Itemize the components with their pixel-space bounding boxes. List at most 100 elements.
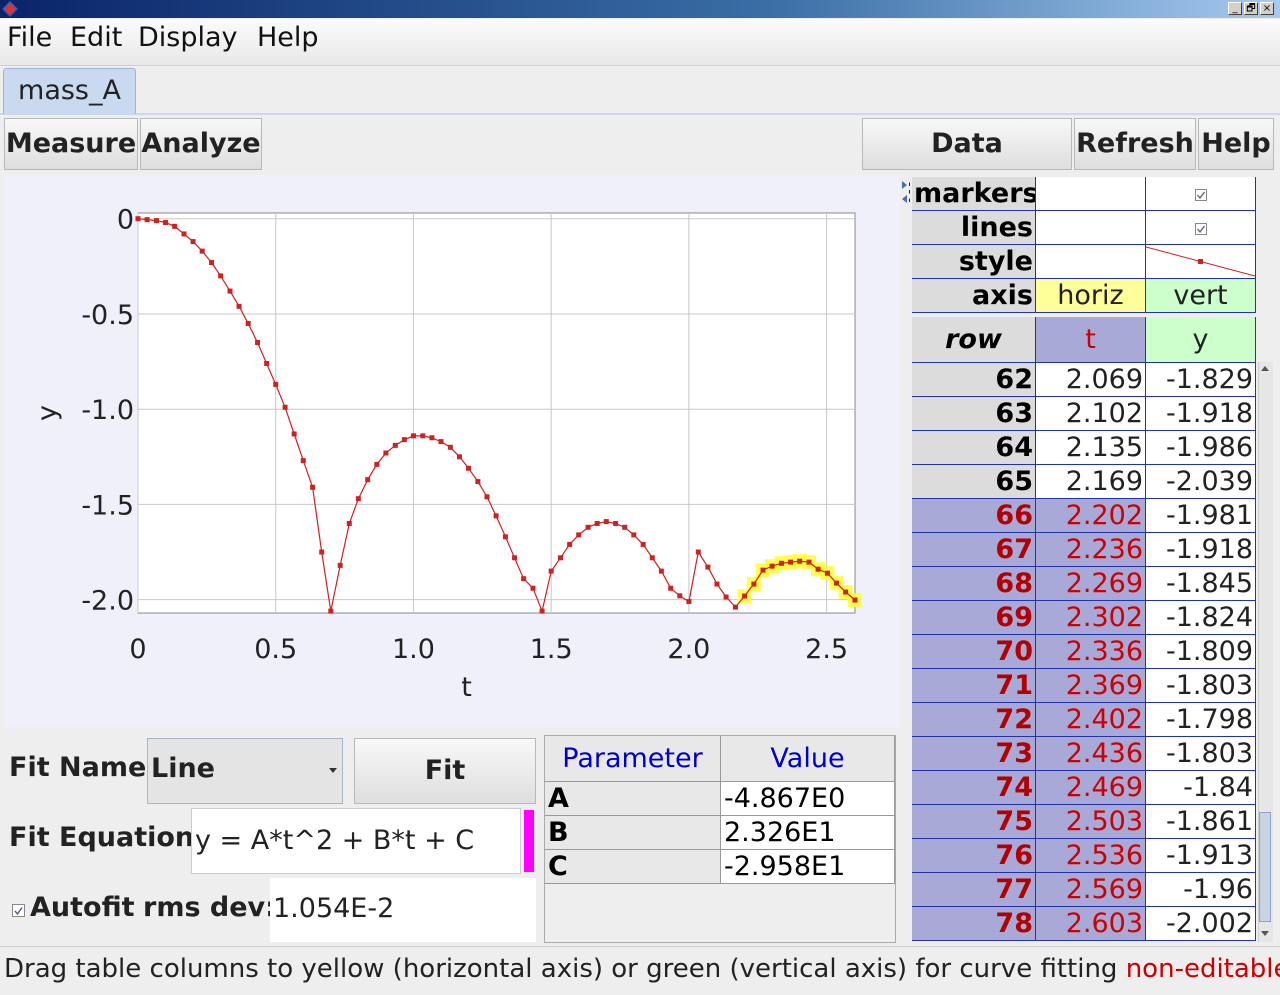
data-point[interactable] — [640, 541, 646, 547]
data-point[interactable] — [622, 524, 628, 530]
data-point[interactable] — [686, 599, 692, 605]
close-button[interactable]: × — [1260, 2, 1274, 15]
data-point[interactable] — [788, 559, 794, 565]
data-point[interactable] — [181, 231, 187, 237]
measure-button[interactable]: Measure — [4, 118, 138, 170]
data-point[interactable] — [291, 431, 297, 437]
data-plot[interactable]: 0 0.5 1.0 1.5 2.0 2.5 0 -0.5 -1.0 -1.5 -2.0 t y — [4, 175, 900, 727]
data-point[interactable] — [273, 381, 279, 387]
data-point[interactable] — [264, 360, 270, 366]
data-point[interactable] — [649, 555, 655, 561]
data-point[interactable] — [852, 597, 858, 603]
data-point[interactable] — [815, 566, 821, 572]
y-cell[interactable]: -1.918 — [1146, 533, 1256, 567]
data-point[interactable] — [806, 559, 812, 565]
y-cell[interactable]: -1.829 — [1146, 363, 1256, 397]
scroll-thumb[interactable] — [1259, 812, 1271, 922]
y-cell[interactable]: -1.913 — [1146, 839, 1256, 873]
analyze-button[interactable]: Analyze — [140, 118, 262, 170]
data-point[interactable] — [429, 435, 435, 441]
data-point[interactable] — [769, 563, 775, 569]
data-point[interactable] — [153, 218, 159, 224]
data-point[interactable] — [493, 513, 499, 519]
y-cell[interactable]: -1.824 — [1146, 601, 1256, 635]
t-cell[interactable]: 2.102 — [1036, 397, 1146, 431]
data-point[interactable] — [742, 593, 748, 599]
data-point[interactable] — [227, 288, 233, 294]
data-point[interactable] — [355, 496, 361, 502]
row-number-cell[interactable]: 66 — [912, 499, 1036, 533]
column-header-y[interactable]: y — [1146, 317, 1256, 363]
data-point[interactable] — [843, 589, 849, 595]
column-header-row[interactable]: row — [912, 317, 1036, 363]
data-point[interactable] — [199, 248, 205, 254]
t-cell[interactable]: 2.536 — [1036, 839, 1146, 873]
row-number-cell[interactable]: 74 — [912, 771, 1036, 805]
t-cell[interactable]: 2.569 — [1036, 873, 1146, 907]
y-cell[interactable]: -1.981 — [1146, 499, 1256, 533]
row-number-cell[interactable]: 64 — [912, 431, 1036, 465]
data-point[interactable] — [282, 404, 288, 410]
row-number-cell[interactable]: 70 — [912, 635, 1036, 669]
markers-checkbox[interactable] — [1146, 177, 1256, 211]
row-number-cell[interactable]: 68 — [912, 567, 1036, 601]
scroll-down-icon[interactable] — [1260, 928, 1270, 938]
y-cell[interactable]: -1.918 — [1146, 397, 1256, 431]
help-button[interactable]: Help — [1198, 118, 1274, 170]
fit-name-dropdown[interactable]: Line — [147, 738, 343, 804]
y-cell[interactable]: -1.84 — [1146, 771, 1256, 805]
row-number-cell[interactable]: 73 — [912, 737, 1036, 771]
y-cell[interactable]: -2.002 — [1146, 907, 1256, 941]
scroll-up-icon[interactable] — [1260, 364, 1270, 374]
data-point[interactable] — [172, 223, 178, 229]
row-number-cell[interactable]: 63 — [912, 397, 1036, 431]
refresh-button[interactable]: Refresh — [1074, 118, 1196, 170]
data-point[interactable] — [594, 520, 600, 526]
fit-color-swatch[interactable] — [524, 810, 534, 872]
t-cell[interactable]: 2.236 — [1036, 533, 1146, 567]
data-point[interactable] — [346, 520, 352, 526]
data-point[interactable] — [695, 549, 701, 555]
data-point[interactable] — [502, 534, 508, 540]
data-point[interactable] — [658, 568, 664, 574]
data-point[interactable] — [447, 444, 453, 450]
data-point[interactable] — [760, 567, 766, 573]
data-point[interactable] — [714, 581, 720, 587]
row-number-cell[interactable]: 75 — [912, 805, 1036, 839]
autofit-checkbox[interactable] — [12, 904, 26, 918]
t-cell[interactable]: 2.169 — [1036, 465, 1146, 499]
tab-mass-a[interactable]: mass_A — [3, 68, 136, 114]
data-point[interactable] — [530, 585, 536, 591]
data-point[interactable] — [723, 594, 729, 600]
data-point[interactable] — [190, 239, 196, 245]
t-cell[interactable]: 2.402 — [1036, 703, 1146, 737]
data-point[interactable] — [824, 570, 830, 576]
data-point[interactable] — [567, 541, 573, 547]
data-point[interactable] — [834, 580, 840, 586]
data-point[interactable] — [337, 562, 343, 568]
row-number-cell[interactable]: 62 — [912, 363, 1036, 397]
data-point[interactable] — [668, 585, 674, 591]
data-point[interactable] — [163, 220, 169, 226]
menu-file[interactable]: File — [7, 22, 52, 53]
data-point[interactable] — [420, 433, 426, 439]
t-cell[interactable]: 2.603 — [1036, 907, 1146, 941]
t-cell[interactable]: 2.069 — [1036, 363, 1146, 397]
y-cell[interactable]: -2.039 — [1146, 465, 1256, 499]
y-cell[interactable]: -1.986 — [1146, 431, 1256, 465]
data-point[interactable] — [751, 581, 757, 587]
data-point[interactable] — [209, 260, 215, 266]
data-point[interactable] — [456, 454, 462, 460]
data-point[interactable] — [383, 450, 389, 456]
y-cell[interactable]: -1.861 — [1146, 805, 1256, 839]
t-cell[interactable]: 2.336 — [1036, 635, 1146, 669]
data-point[interactable] — [705, 564, 711, 570]
data-point[interactable] — [135, 216, 141, 222]
data-point[interactable] — [603, 519, 609, 525]
row-number-cell[interactable]: 72 — [912, 703, 1036, 737]
t-cell[interactable]: 2.469 — [1036, 771, 1146, 805]
t-cell[interactable]: 2.503 — [1036, 805, 1146, 839]
t-cell[interactable]: 2.302 — [1036, 601, 1146, 635]
param-value-a[interactable]: -4.867E0 — [721, 782, 895, 816]
data-builder-button[interactable]: Data Builder... — [862, 118, 1072, 209]
